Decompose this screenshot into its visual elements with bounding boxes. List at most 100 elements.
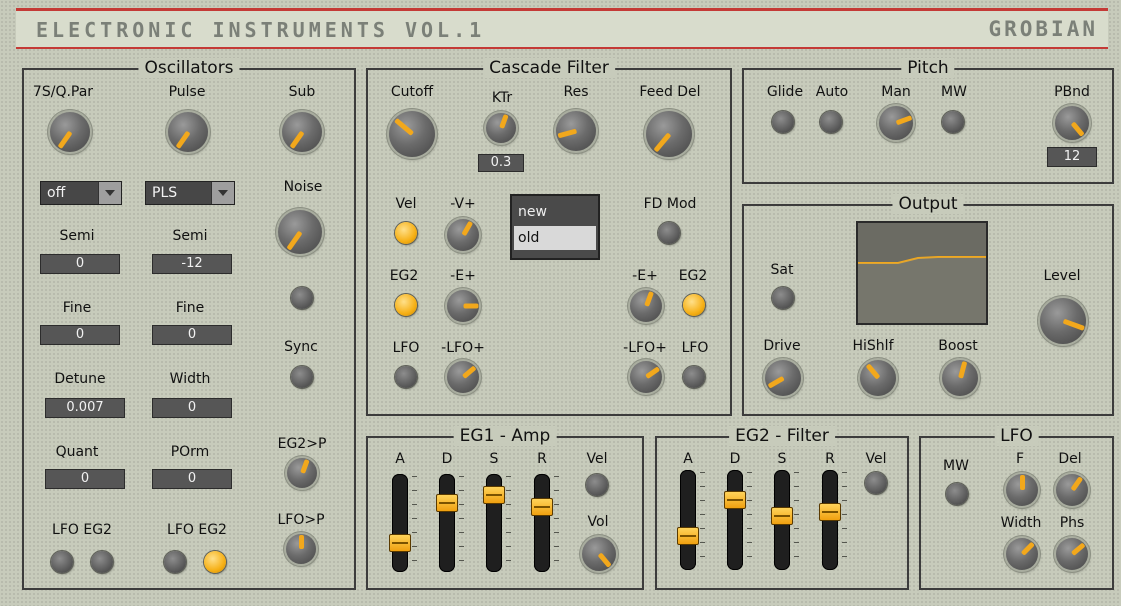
osc1-waveform-select[interactable]: off (40, 181, 122, 205)
eg2-decay-fader[interactable] (724, 470, 746, 570)
eg2-decay-ticks (747, 472, 752, 570)
eg2-sustain-fader[interactable] (771, 470, 793, 570)
boost-label: Boost (938, 338, 978, 354)
lfo-delay-knob[interactable] (1056, 474, 1088, 506)
auto-toggle[interactable] (820, 111, 842, 133)
level-label: Level (1043, 268, 1081, 284)
sat-toggle[interactable] (772, 287, 794, 309)
filter-mode-old[interactable]: old (514, 226, 596, 250)
fd-lfo-amount-label: -LFO+ (623, 340, 667, 356)
eg2-sustain-ticks (794, 472, 799, 570)
vel-amount-knob[interactable] (447, 219, 479, 251)
eg1-decay-ticks (459, 476, 464, 572)
eg2-release-thumb[interactable] (819, 503, 841, 521)
eg1-sustain-fader[interactable] (483, 474, 505, 572)
lfo-width-knob[interactable] (1006, 538, 1038, 570)
header-bar: ELECTRONIC INSTRUMENTS VOL.1 GROBIAN (16, 8, 1108, 49)
boost-knob[interactable] (942, 360, 978, 396)
osc2-semi-display[interactable]: -12 (152, 254, 232, 274)
osc1-fine-label: Fine (62, 300, 92, 316)
porm-display[interactable]: 0 (152, 469, 232, 489)
osc1-fine-display[interactable]: 0 (40, 325, 120, 345)
res-knob[interactable] (556, 111, 596, 151)
osc2-waveform-select[interactable]: PLS (145, 181, 235, 205)
eg2-decay-thumb[interactable] (724, 491, 746, 509)
fd-eg-amount-knob[interactable] (630, 290, 662, 322)
eg2-attack-fader[interactable] (677, 470, 699, 570)
hishlf-knob[interactable] (860, 360, 896, 396)
lfo-pitch-knob[interactable] (286, 534, 316, 564)
eg1-vel-toggle[interactable] (586, 474, 608, 496)
ktr-display[interactable]: 0.3 (478, 154, 524, 172)
lfo-phase-knob[interactable] (1056, 538, 1088, 570)
ktr-label: KTr (491, 90, 513, 106)
fd-lfo-toggle[interactable] (683, 366, 705, 388)
sat-label: Sat (770, 262, 794, 278)
auto-label: Auto (815, 84, 849, 100)
lfo-freq-knob[interactable] (1006, 474, 1038, 506)
glide-toggle[interactable] (772, 111, 794, 133)
fd-lfo-amount-knob[interactable] (630, 361, 662, 393)
eg1-decay-fader[interactable] (436, 474, 458, 572)
filter-mode-list[interactable]: new old (510, 194, 600, 260)
eg1-sustain-thumb[interactable] (483, 486, 505, 504)
man-knob[interactable] (879, 106, 913, 140)
eg2-vel-toggle[interactable] (865, 472, 887, 494)
eg2-label: EG2 (389, 268, 419, 284)
cutoff-knob[interactable] (389, 111, 435, 157)
pulse-knob[interactable] (168, 112, 208, 152)
eg2-amount-knob[interactable] (447, 290, 479, 322)
fd-eg2-toggle[interactable] (683, 294, 705, 316)
lfo-amount-knob[interactable] (447, 361, 479, 393)
eg1-vol-knob[interactable] (582, 537, 616, 571)
fd-eg-amount-label: -E+ (632, 268, 658, 284)
quant-label: Quant (55, 444, 99, 460)
feed-del-label: Feed Del (639, 84, 701, 100)
eg1-sustain-label: S (489, 451, 499, 467)
lfo-toggle[interactable] (395, 366, 417, 388)
eg2-attack-ticks (700, 472, 705, 570)
pbnd-knob[interactable] (1055, 106, 1089, 140)
eg1-decay-thumb[interactable] (436, 494, 458, 512)
osc2-eg2-toggle[interactable] (204, 551, 226, 573)
porm-label: POrm (170, 444, 210, 460)
eg2-release-fader[interactable] (819, 470, 841, 570)
drive-knob[interactable] (765, 360, 801, 396)
eg1-release-thumb[interactable] (531, 498, 553, 516)
noise-toggle[interactable] (291, 287, 313, 309)
fd-mod-toggle[interactable] (658, 222, 680, 244)
sq-par-knob[interactable] (50, 112, 90, 152)
level-knob[interactable] (1040, 298, 1086, 344)
eg2-toggle[interactable] (395, 294, 417, 316)
detune-display[interactable]: 0.007 (45, 398, 125, 418)
sq-par-label: 7S/Q.Par (32, 84, 94, 100)
eg2-sustain-thumb[interactable] (771, 507, 793, 525)
eg1-release-ticks (554, 476, 559, 572)
noise-knob[interactable] (278, 210, 322, 254)
vel-toggle[interactable] (395, 222, 417, 244)
mw-toggle[interactable] (942, 111, 964, 133)
sub-knob[interactable] (282, 112, 322, 152)
osc2-fine-display[interactable]: 0 (152, 325, 232, 345)
osc2-lfo-toggle[interactable] (164, 551, 186, 573)
eg1-attack-thumb[interactable] (389, 534, 411, 552)
feed-del-knob[interactable] (646, 111, 692, 157)
lfo-phase-label: Phs (1059, 515, 1085, 531)
osc1-lfo-toggle[interactable] (51, 551, 73, 573)
eg2-pitch-knob[interactable] (287, 458, 317, 488)
ktr-knob[interactable] (486, 113, 516, 143)
filter-mode-new[interactable]: new (514, 200, 596, 224)
eg1-release-fader[interactable] (531, 474, 553, 572)
osc1-semi-display[interactable]: 0 (40, 254, 120, 274)
sync-toggle[interactable] (291, 366, 313, 388)
quant-display[interactable]: 0 (45, 469, 125, 489)
lfo-mw-toggle[interactable] (946, 483, 968, 505)
osc1-eg2-toggle[interactable] (91, 551, 113, 573)
pbnd-display[interactable]: 12 (1047, 147, 1097, 167)
eq-curve (858, 256, 986, 323)
eg2-amount-label: -E+ (450, 268, 476, 284)
eg1-attack-label: A (395, 451, 405, 467)
width-display[interactable]: 0 (152, 398, 232, 418)
eg2-attack-thumb[interactable] (677, 527, 699, 545)
eg1-attack-fader[interactable] (389, 474, 411, 572)
